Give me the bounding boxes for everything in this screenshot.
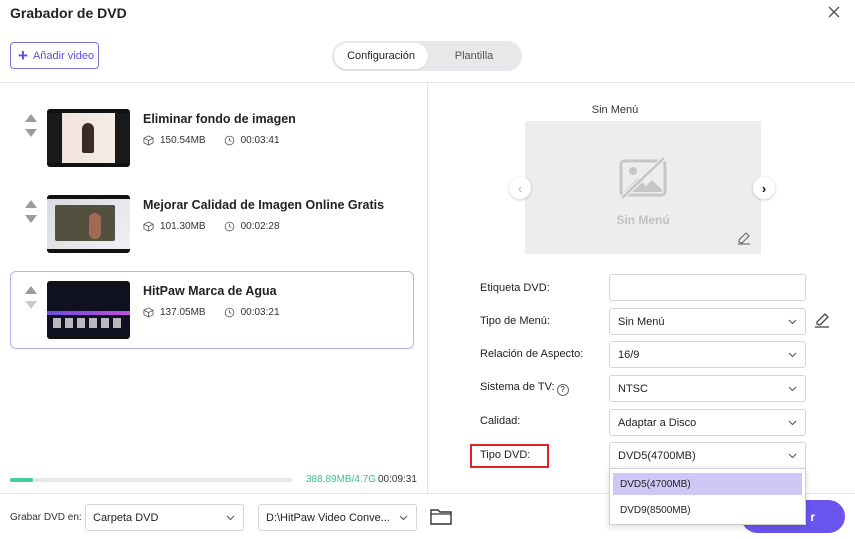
dvd-type-dropdown: DVD5(4700MB) DVD9(8500MB) bbox=[609, 468, 806, 525]
dvd-label-label: Etiqueta DVD: bbox=[480, 282, 550, 294]
output-path-value: D:\HitPaw Video Conve... bbox=[266, 511, 390, 524]
tv-system-label: Sistema de TV:? bbox=[480, 381, 569, 396]
quality-label: Calidad: bbox=[480, 415, 521, 427]
video-size: 101.30MB bbox=[160, 221, 206, 232]
menu-type-select[interactable]: Sin Menú bbox=[609, 308, 806, 335]
no-image-icon bbox=[619, 156, 667, 200]
clock-icon bbox=[224, 307, 234, 318]
aspect-ratio-value: 16/9 bbox=[618, 348, 640, 361]
chevron-down-icon bbox=[788, 352, 797, 358]
dvd-label-input[interactable] bbox=[609, 274, 806, 301]
move-down-icon[interactable] bbox=[25, 129, 37, 137]
video-duration: 00:03:41 bbox=[240, 135, 280, 146]
dvd-type-option[interactable]: DVD9(8500MB) bbox=[613, 499, 802, 521]
file-size-icon bbox=[143, 307, 154, 318]
aspect-ratio-label: Relación de Aspecto: bbox=[480, 348, 584, 360]
plus-icon: + bbox=[18, 46, 28, 65]
move-up-icon[interactable] bbox=[25, 286, 37, 294]
highlight-box bbox=[470, 444, 549, 468]
add-video-label: Añadir video bbox=[32, 49, 95, 62]
output-path-select[interactable]: D:\HitPaw Video Conve... bbox=[258, 504, 417, 531]
video-name: Mejorar Calidad de Imagen Online Gratis bbox=[143, 198, 385, 212]
storage-used: 388.89MB/4.7G bbox=[306, 474, 377, 485]
folder-icon[interactable] bbox=[430, 508, 452, 525]
video-item-selected[interactable]: HitPaw Marca de Agua 137.05MB 00:03:21 bbox=[10, 271, 414, 349]
edit-icon[interactable] bbox=[737, 231, 751, 245]
quality-value: Adaptar a Disco bbox=[618, 416, 697, 429]
dvd-burner-window: Grabador de DVD + Añadir video Configura… bbox=[0, 0, 855, 539]
storage-progress-bar bbox=[10, 478, 292, 482]
chevron-down-icon bbox=[226, 515, 235, 521]
window-title: Grabador de DVD bbox=[10, 5, 127, 21]
video-item[interactable]: Eliminar fondo de imagen 150.54MB 00:03:… bbox=[10, 99, 414, 177]
chevron-down-icon bbox=[788, 453, 797, 459]
move-down-icon[interactable] bbox=[25, 215, 37, 223]
file-size-icon bbox=[143, 221, 154, 232]
chevron-left-icon: ‹ bbox=[517, 180, 523, 196]
video-thumbnail bbox=[47, 195, 130, 253]
tv-system-select[interactable]: NTSC bbox=[609, 375, 806, 402]
storage-progress-fill bbox=[10, 478, 33, 482]
close-icon[interactable] bbox=[826, 4, 842, 20]
video-thumbnail bbox=[47, 281, 130, 339]
add-video-button[interactable]: + Añadir video bbox=[10, 42, 99, 69]
move-down-icon bbox=[25, 301, 37, 309]
preview-placeholder-text: Sin Menú bbox=[616, 213, 670, 227]
dvd-type-option[interactable]: DVD5(4700MB) bbox=[613, 473, 802, 495]
chevron-right-icon: › bbox=[761, 180, 767, 196]
move-up-icon[interactable] bbox=[25, 200, 37, 208]
quality-select[interactable]: Adaptar a Disco bbox=[609, 409, 806, 436]
menu-type-label: Tipo de Menú: bbox=[480, 315, 550, 327]
video-name: HitPaw Marca de Agua bbox=[143, 284, 277, 298]
video-item[interactable]: Mejorar Calidad de Imagen Online Gratis … bbox=[10, 185, 414, 263]
video-duration: 00:03:21 bbox=[240, 307, 280, 318]
video-size: 150.54MB bbox=[160, 135, 206, 146]
video-name: Eliminar fondo de imagen bbox=[143, 112, 296, 126]
move-up-icon[interactable] bbox=[25, 114, 37, 122]
panel-divider bbox=[427, 82, 428, 493]
destination-value: Carpeta DVD bbox=[93, 511, 159, 524]
video-size: 137.05MB bbox=[160, 307, 206, 318]
video-thumbnail bbox=[47, 109, 130, 167]
dvd-type-select[interactable]: DVD5(4700MB) bbox=[609, 442, 806, 469]
tab-bar: Configuración Plantilla bbox=[332, 41, 522, 71]
clock-icon bbox=[224, 221, 234, 232]
next-template-button[interactable]: › bbox=[753, 177, 775, 199]
chevron-down-icon bbox=[788, 386, 797, 392]
video-duration: 00:02:28 bbox=[240, 221, 280, 232]
tv-system-value: NTSC bbox=[618, 382, 648, 395]
file-size-icon bbox=[143, 135, 154, 146]
chevron-down-icon bbox=[788, 319, 797, 325]
dvd-type-value: DVD5(4700MB) bbox=[618, 449, 696, 462]
previous-template-button[interactable]: ‹ bbox=[509, 177, 531, 199]
preview-title: Sin Menú bbox=[591, 104, 639, 116]
clock-icon bbox=[224, 135, 234, 146]
burn-to-label: Grabar DVD en: bbox=[10, 512, 82, 523]
edit-menu-icon[interactable] bbox=[814, 312, 830, 328]
chevron-down-icon bbox=[399, 515, 408, 521]
tab-configuracion[interactable]: Configuración bbox=[334, 43, 428, 69]
destination-select[interactable]: Carpeta DVD bbox=[85, 504, 244, 531]
chevron-down-icon bbox=[788, 420, 797, 426]
total-duration: 00:09:31 bbox=[378, 474, 417, 485]
menu-type-value: Sin Menú bbox=[618, 315, 665, 328]
menu-preview: Sin Menú bbox=[525, 121, 761, 254]
help-icon[interactable]: ? bbox=[556, 384, 569, 396]
tab-plantilla[interactable]: Plantilla bbox=[428, 43, 520, 69]
aspect-ratio-select[interactable]: 16/9 bbox=[609, 341, 806, 368]
